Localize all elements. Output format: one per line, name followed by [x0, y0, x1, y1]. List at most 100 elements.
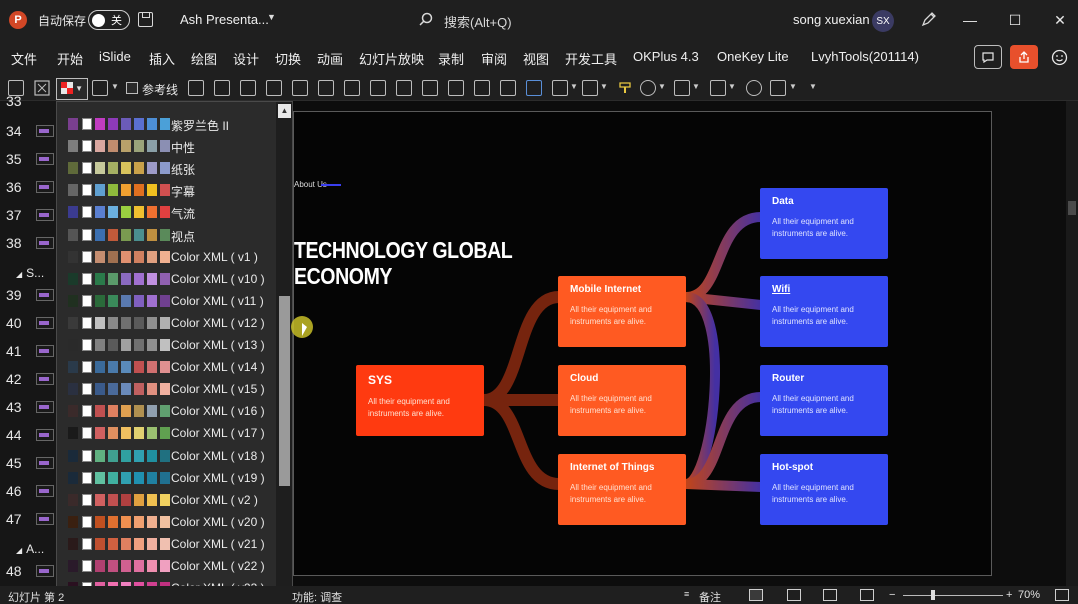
card-cloud[interactable]: Cloud All their equipment and instrument… [558, 365, 686, 436]
zoom-slider-thumb[interactable] [931, 590, 935, 600]
close-button[interactable]: ✕ [1048, 8, 1072, 32]
scrollbar-thumb[interactable] [279, 296, 290, 486]
chevron-down-icon[interactable]: ▼ [789, 82, 797, 91]
zoom-level[interactable]: 70% [1018, 589, 1040, 601]
slide-number[interactable]: 35 [6, 151, 30, 167]
color-theme-option[interactable]: Color XML ( v10 ) [57, 268, 277, 290]
color-theme-option[interactable]: 紫罗兰色 II [57, 113, 277, 135]
slide-thumbnail[interactable] [36, 289, 54, 301]
slide-number[interactable]: 40 [6, 315, 30, 331]
chevron-down-icon[interactable]: ▼ [111, 82, 119, 91]
dropdown-scrollbar[interactable]: ▲ [276, 102, 292, 603]
slide-thumbnail[interactable] [36, 373, 54, 385]
bar-chart-icon[interactable] [344, 80, 360, 96]
chevron-down-icon[interactable]: ▼ [570, 82, 578, 91]
close-box-icon[interactable] [34, 80, 50, 96]
fit-to-window-icon[interactable] [1055, 589, 1069, 601]
tab-transitions[interactable]: 切换 [275, 49, 301, 68]
slide-number[interactable]: 37 [6, 207, 30, 223]
card-sys[interactable]: SYS All their equipment and instruments … [356, 365, 484, 436]
canvas-scrollbar[interactable] [1066, 101, 1078, 586]
chevron-down-icon[interactable]: ▼ [728, 82, 736, 91]
share-button[interactable] [1010, 45, 1038, 69]
tab-file[interactable]: 文件 [11, 49, 37, 68]
save-icon[interactable] [138, 12, 153, 27]
tab-islide[interactable]: iSlide [99, 49, 131, 64]
slide-sorter-icon[interactable] [787, 589, 801, 601]
notes-icon[interactable]: ≡ [684, 589, 689, 599]
user-name[interactable]: song xuexian [793, 12, 870, 27]
slide-thumbnail[interactable] [36, 237, 54, 249]
reading-view-icon[interactable] [823, 589, 837, 601]
slide-number[interactable]: 33 [6, 93, 30, 109]
tab-draw[interactable]: 绘图 [191, 49, 217, 68]
avatar[interactable]: SX [872, 10, 894, 32]
color-theme-option[interactable]: Color XML ( v21 ) [57, 533, 277, 555]
chevron-down-icon[interactable]: ▼ [267, 12, 276, 22]
format-painter-icon[interactable] [618, 80, 634, 96]
slide-thumbnail[interactable] [36, 125, 54, 137]
text-box-icon[interactable] [92, 80, 108, 96]
arrange-icon[interactable] [770, 80, 786, 96]
slide-thumbnail[interactable] [36, 565, 54, 577]
normal-view-icon[interactable] [749, 589, 763, 601]
color-theme-option[interactable]: Color XML ( v2 ) [57, 489, 277, 511]
crop-tool-icon[interactable] [710, 80, 726, 96]
color-theme-option[interactable]: 字幕 [57, 179, 277, 201]
slide-number[interactable]: 41 [6, 343, 30, 359]
tab-record[interactable]: 录制 [438, 49, 464, 68]
section-header[interactable]: A... [16, 542, 44, 556]
slide-number[interactable]: 44 [6, 427, 30, 443]
crop-icon[interactable] [318, 80, 334, 96]
slide-thumbnail[interactable] [36, 153, 54, 165]
color-theme-option[interactable]: 气流 [57, 201, 277, 223]
send-back-icon[interactable] [266, 80, 282, 96]
slide-number[interactable]: 45 [6, 455, 30, 471]
theme-color-button[interactable]: ▼ [56, 78, 88, 100]
slideshow-icon[interactable] [860, 589, 874, 601]
color-theme-option[interactable]: 中性 [57, 135, 277, 157]
tab-review[interactable]: 审阅 [481, 49, 507, 68]
color-theme-option[interactable]: Color XML ( v20 ) [57, 511, 277, 533]
align-middle-icon[interactable] [474, 80, 490, 96]
slide-thumbnail[interactable] [36, 209, 54, 221]
color-theme-option[interactable]: Color XML ( v17 ) [57, 422, 277, 444]
card-router[interactable]: Router All their equipment and instrumen… [760, 365, 888, 436]
slide-number[interactable]: 46 [6, 483, 30, 499]
align-center-icon[interactable] [396, 80, 412, 96]
slide-thumbnail[interactable] [36, 457, 54, 469]
card-wifi[interactable]: Wifi All their equipment and instruments… [760, 276, 888, 347]
card-data[interactable]: Data All their equipment and instruments… [760, 188, 888, 259]
chevron-down-icon[interactable]: ▼ [658, 82, 666, 91]
color-theme-option[interactable]: Color XML ( v18 ) [57, 445, 277, 467]
slide-thumbnail[interactable] [36, 401, 54, 413]
customize-toolbar-icon[interactable]: ▼ [809, 82, 817, 91]
card-internet-of-things[interactable]: Internet of Things All their equipment a… [558, 454, 686, 525]
color-theme-option[interactable]: 纸张 [57, 157, 277, 179]
slide-number[interactable]: 36 [6, 179, 30, 195]
color-theme-option[interactable]: Color XML ( v1 ) [57, 246, 277, 268]
tab-developer[interactable]: 开发工具 [565, 49, 617, 68]
group-icon[interactable] [214, 80, 230, 96]
slide-thumbnail[interactable] [36, 485, 54, 497]
chevron-down-icon[interactable]: ▼ [600, 82, 608, 91]
image-icon[interactable] [500, 80, 516, 96]
align-right-icon[interactable] [422, 80, 438, 96]
slide-number[interactable]: 39 [6, 287, 30, 303]
maximize-button[interactable]: ☐ [1003, 8, 1027, 32]
zoom-slider[interactable] [903, 595, 1003, 596]
color-theme-option[interactable]: Color XML ( v14 ) [57, 356, 277, 378]
tab-view[interactable]: 视图 [523, 49, 549, 68]
slide-number[interactable]: 48 [6, 563, 30, 579]
color-theme-option[interactable]: Color XML ( v19 ) [57, 467, 277, 489]
slide-number[interactable]: 42 [6, 371, 30, 387]
tab-slideshow[interactable]: 幻灯片放映 [359, 49, 424, 68]
notes-button[interactable]: 备注 [699, 589, 721, 604]
tab-animations[interactable]: 动画 [317, 49, 343, 68]
tab-design[interactable]: 设计 [233, 49, 259, 68]
text-frame-icon[interactable] [526, 80, 542, 96]
slide-thumbnail[interactable] [36, 345, 54, 357]
slide-thumbnail[interactable] [36, 317, 54, 329]
tab-home[interactable]: 开始 [57, 49, 83, 68]
pen-icon[interactable] [920, 10, 938, 28]
